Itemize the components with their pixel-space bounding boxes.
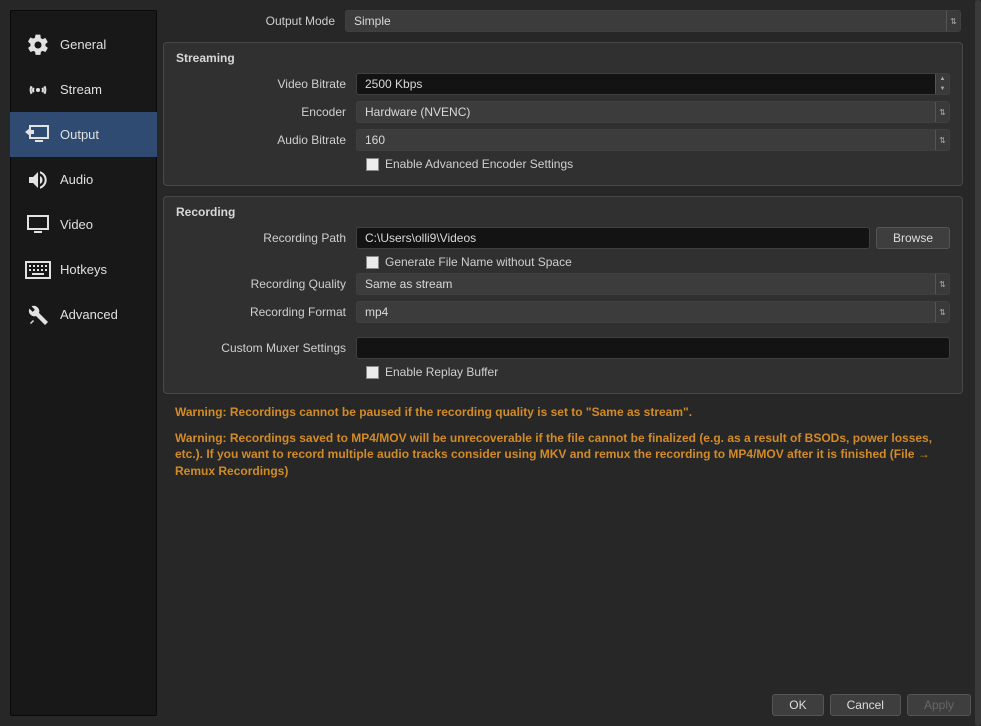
enable-advanced-label: Enable Advanced Encoder Settings	[385, 157, 573, 171]
chevron-updown-icon: ⇅	[936, 130, 949, 150]
chevron-updown-icon: ⇅	[947, 11, 960, 31]
sidebar-item-label: Stream	[60, 82, 102, 97]
recording-format-select[interactable]: mp4 ⇅	[356, 301, 950, 323]
recording-quality-label: Recording Quality	[176, 277, 356, 291]
sidebar-item-label: Hotkeys	[60, 262, 107, 277]
output-mode-select[interactable]: Simple ⇅	[345, 10, 961, 32]
speaker-icon	[24, 166, 52, 194]
sidebar-item-label: Audio	[60, 172, 93, 187]
recording-quality-select[interactable]: Same as stream ⇅	[356, 273, 950, 295]
recording-path-input[interactable]: C:\Users\olli9\Videos	[356, 227, 870, 249]
scrollbar[interactable]	[975, 0, 981, 726]
encoder-select[interactable]: Hardware (NVENC) ⇅	[356, 101, 950, 123]
recording-title: Recording	[176, 205, 950, 219]
streaming-title: Streaming	[176, 51, 950, 65]
warning-1: Warning: Recordings cannot be paused if …	[175, 404, 959, 420]
output-mode-label: Output Mode	[165, 14, 345, 28]
sidebar-item-output[interactable]: Output	[10, 112, 157, 157]
gen-no-space-label: Generate File Name without Space	[385, 255, 572, 269]
audio-bitrate-select[interactable]: 160 ⇅	[356, 129, 950, 151]
sidebar-item-general[interactable]: General	[10, 22, 157, 67]
sidebar-item-label: Video	[60, 217, 93, 232]
footer: OK Cancel Apply	[163, 686, 971, 716]
sidebar-item-hotkeys[interactable]: Hotkeys	[10, 247, 157, 292]
video-bitrate-input[interactable]: 2500 Kbps ▲▼	[356, 73, 950, 95]
output-mode-row: Output Mode Simple ⇅	[163, 10, 963, 32]
recording-path-label: Recording Path	[176, 231, 356, 245]
chevron-updown-icon: ⇅	[936, 102, 949, 122]
muxer-label: Custom Muxer Settings	[176, 341, 356, 355]
muxer-input[interactable]	[356, 337, 950, 359]
ok-button[interactable]: OK	[772, 694, 823, 716]
recording-format-label: Recording Format	[176, 305, 356, 319]
sidebar-item-label: Advanced	[60, 307, 118, 322]
sidebar-item-audio[interactable]: Audio	[10, 157, 157, 202]
monitor-arrow-icon	[24, 121, 52, 149]
sidebar-item-advanced[interactable]: Advanced	[10, 292, 157, 337]
sidebar-item-video[interactable]: Video	[10, 202, 157, 247]
tools-icon	[24, 301, 52, 329]
recording-panel: Recording Recording Path C:\Users\olli9\…	[163, 196, 963, 394]
replay-buffer-checkbox[interactable]	[366, 366, 379, 379]
chevron-up-icon[interactable]: ▲	[936, 74, 949, 84]
browse-button[interactable]: Browse	[876, 227, 950, 249]
gear-icon	[24, 31, 52, 59]
cancel-button[interactable]: Cancel	[830, 694, 901, 716]
sidebar-item-stream[interactable]: Stream	[10, 67, 157, 112]
chevron-down-icon[interactable]: ▼	[936, 84, 949, 94]
sidebar: General Stream Output Audio Video	[10, 10, 157, 716]
enable-advanced-checkbox[interactable]	[366, 158, 379, 171]
streaming-panel: Streaming Video Bitrate 2500 Kbps ▲▼ Enc…	[163, 42, 963, 186]
warning-2: Warning: Recordings saved to MP4/MOV wil…	[175, 430, 959, 479]
chevron-updown-icon: ⇅	[936, 302, 949, 322]
antenna-icon	[24, 76, 52, 104]
monitor-icon	[24, 211, 52, 239]
encoder-label: Encoder	[176, 105, 356, 119]
replay-buffer-label: Enable Replay Buffer	[385, 365, 498, 379]
sidebar-item-label: Output	[60, 127, 99, 142]
keyboard-icon	[24, 256, 52, 284]
audio-bitrate-label: Audio Bitrate	[176, 133, 356, 147]
chevron-updown-icon: ⇅	[936, 274, 949, 294]
apply-button[interactable]: Apply	[907, 694, 971, 716]
sidebar-item-label: General	[60, 37, 106, 52]
gen-no-space-checkbox[interactable]	[366, 256, 379, 269]
video-bitrate-label: Video Bitrate	[176, 77, 356, 91]
